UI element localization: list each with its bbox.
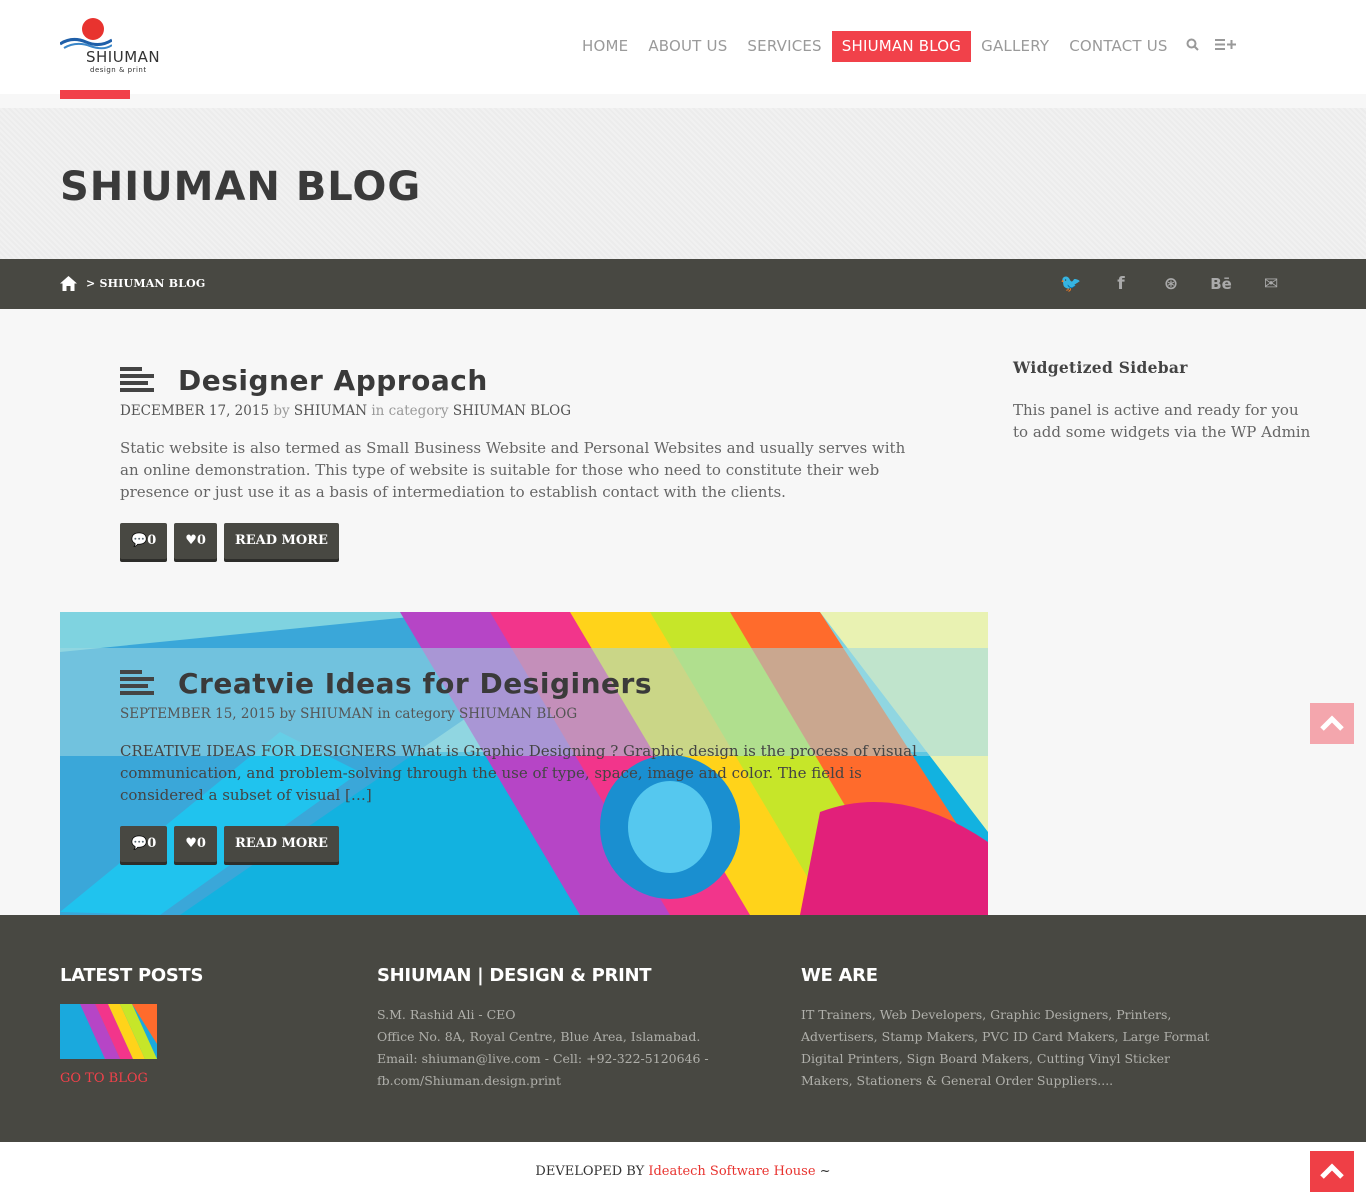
site-logo[interactable]: SHIUMAN design & print (60, 16, 170, 78)
sidebar-title: Widgetized Sidebar (1013, 358, 1188, 377)
post-excerpt: CREATIVE IDEAS FOR DESIGNERS What is Gra… (120, 742, 917, 804)
logo-tagline: design & print (90, 66, 147, 74)
comment-icon: 💬 (131, 836, 148, 851)
nav-services[interactable]: SERVICES (737, 31, 831, 62)
footer-heading: WE ARE (801, 965, 878, 986)
scroll-to-top-button[interactable] (1310, 703, 1354, 744)
home-icon[interactable] (60, 276, 77, 291)
post-date: DECEMBER 17, 2015 (120, 403, 270, 419)
read-more-button[interactable]: READ MORE (223, 523, 339, 559)
sidebar-text: This panel is active and ready for you t… (1013, 401, 1311, 441)
post-meta: DECEMBER 17, 2015 by SHIUMAN in category… (120, 403, 571, 419)
heart-icon: ♥ (185, 533, 197, 548)
post-meta: SEPTEMBER 15, 2015 by SHIUMAN in categor… (120, 706, 578, 722)
logo-name: SHIUMAN (86, 48, 161, 66)
read-more-button[interactable]: READ MORE (223, 826, 339, 862)
main-nav: HOME ABOUT US SERVICES SHIUMAN BLOG GALL… (572, 31, 1245, 62)
search-icon[interactable] (1178, 31, 1207, 62)
sidebar: Widgetized Sidebar This panel is active … (1013, 358, 1313, 443)
page-title-band: SHIUMAN BLOG (0, 108, 1366, 259)
latest-post-thumbnail[interactable] (60, 1004, 157, 1059)
page-title: SHIUMAN BLOG (60, 164, 422, 210)
facebook-icon[interactable]: f (1096, 271, 1146, 297)
like-button[interactable]: ♥0 (174, 826, 217, 862)
post-title[interactable]: Creatvie Ideas for Desiginers (178, 667, 652, 700)
twitter-icon[interactable]: 🐦 (1046, 271, 1096, 297)
heart-icon: ♥ (185, 836, 197, 851)
social-links: 🐦 f ⊛ Bē ✉ (1046, 271, 1296, 297)
site-footer: LATEST POSTS GO TO BLOG SHIUMAN | DESIGN… (0, 915, 1366, 1142)
menu-plus-icon[interactable] (1207, 31, 1245, 62)
post-author-link[interactable]: SHIUMAN (294, 403, 367, 419)
site-header: SHIUMAN design & print HOME ABOUT US SER… (0, 0, 1366, 94)
scroll-to-top-button[interactable] (1310, 1151, 1354, 1192)
post-category-link[interactable]: SHIUMAN BLOG (459, 706, 577, 722)
mail-icon[interactable]: ✉ (1246, 271, 1296, 297)
comments-button[interactable]: 💬0 (120, 826, 168, 862)
comments-button[interactable]: 💬0 (120, 523, 168, 559)
go-to-blog-link[interactable]: GO TO BLOG (60, 1071, 148, 1086)
footer-heading: LATEST POSTS (60, 965, 204, 986)
post-format-standard-icon (120, 367, 154, 393)
developer-link[interactable]: Ideatech Software House (648, 1164, 815, 1179)
footer-company-info: SHIUMAN | DESIGN & PRINT S.M. Rashid Ali… (377, 965, 777, 1092)
post-category-link[interactable]: SHIUMAN BLOG (453, 403, 571, 419)
post-format-standard-icon (120, 670, 154, 696)
post-date: SEPTEMBER 15, 2015 (120, 706, 276, 722)
footer-we-are: WE ARE IT Trainers, Web Developers, Grap… (801, 965, 1221, 1092)
breadcrumb-bar: > SHIUMAN BLOG 🐦 f ⊛ Bē ✉ (0, 259, 1366, 309)
header-accent-bar (60, 90, 130, 99)
dribbble-icon[interactable]: ⊛ (1146, 271, 1196, 297)
chevron-up-icon (1320, 1163, 1344, 1179)
footer-heading: SHIUMAN | DESIGN & PRINT (377, 965, 652, 986)
nav-shiuman-blog[interactable]: SHIUMAN BLOG (831, 31, 972, 62)
nav-about-us[interactable]: ABOUT US (638, 31, 737, 62)
post-author-link[interactable]: SHIUMAN (300, 706, 373, 722)
bottom-bar: DEVELOPED BY Ideatech Software House ~ (0, 1142, 1366, 1204)
post-excerpt: Static website is also termed as Small B… (120, 439, 906, 501)
breadcrumb: > SHIUMAN BLOG (86, 277, 206, 290)
developer-credit: DEVELOPED BY Ideatech Software House ~ (535, 1164, 831, 1179)
company-details: S.M. Rashid Ali - CEO Office No. 8A, Roy… (377, 1007, 709, 1088)
post-title[interactable]: Designer Approach (178, 364, 488, 397)
chevron-up-icon (1320, 715, 1344, 731)
nav-contact-us[interactable]: CONTACT US (1059, 31, 1177, 62)
nav-gallery[interactable]: GALLERY (971, 31, 1059, 62)
like-button[interactable]: ♥0 (174, 523, 217, 559)
comment-icon: 💬 (131, 533, 148, 548)
behance-icon[interactable]: Bē (1196, 271, 1246, 297)
blog-post: Designer Approach DECEMBER 17, 2015 by S… (120, 363, 930, 559)
we-are-text: IT Trainers, Web Developers, Graphic Des… (801, 1007, 1210, 1088)
blog-post: Creatvie Ideas for Desiginers SEPTEMBER … (120, 666, 930, 862)
footer-latest-posts: LATEST POSTS GO TO BLOG (60, 965, 340, 1086)
nav-home[interactable]: HOME (572, 31, 638, 62)
